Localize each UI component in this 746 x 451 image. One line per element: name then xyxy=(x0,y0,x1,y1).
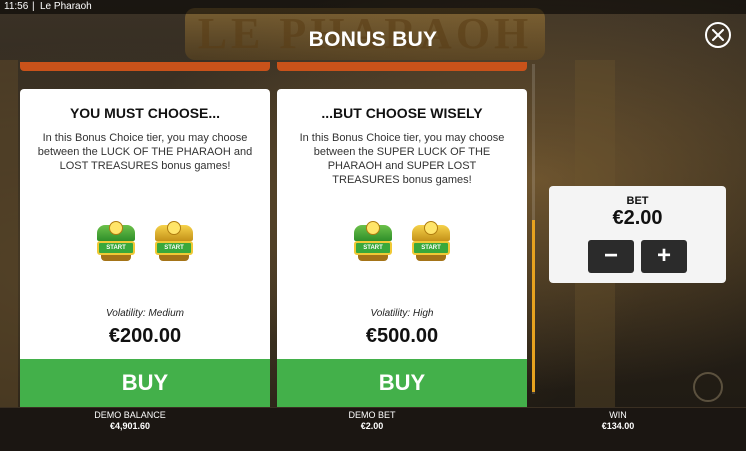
win-value: €134.00 xyxy=(601,421,635,431)
buy-button[interactable]: BUY xyxy=(277,359,527,407)
card-title: ...BUT CHOOSE WISELY xyxy=(321,105,483,121)
card-strip-previous-right xyxy=(277,62,527,71)
bet-label: BET xyxy=(626,195,649,207)
increase-bet-button[interactable]: + xyxy=(641,240,687,273)
volatility-label: Volatility: High xyxy=(370,308,434,319)
bonus-icons: START START xyxy=(20,219,270,269)
bonus-card-high: ...BUT CHOOSE WISELY In this Bonus Choic… xyxy=(277,89,527,407)
backdrop-pillar-left xyxy=(0,60,18,410)
lost-treasures-icon: START xyxy=(151,219,197,263)
scrollbar-thumb[interactable] xyxy=(532,220,535,392)
super-luck-of-the-pharaoh-icon: START xyxy=(350,219,396,263)
game-name: Le Pharaoh xyxy=(40,1,92,12)
price-label: €500.00 xyxy=(365,325,439,347)
win-label: WIN xyxy=(609,410,627,420)
card-title: YOU MUST CHOOSE... xyxy=(69,105,221,121)
start-plate: START xyxy=(155,241,193,255)
bottom-bar: DEMO BALANCE €4,901.60 DEMO BET €2.00 WI… xyxy=(0,407,746,451)
card-description: In this Bonus Choice tier, you may choos… xyxy=(37,132,253,172)
backdrop-ring-icon xyxy=(693,372,723,402)
demo-bet-value: €2.00 xyxy=(360,421,384,431)
card-strip-previous-left xyxy=(20,62,270,71)
demo-balance-value: €4,901.60 xyxy=(109,421,151,431)
start-plate: START xyxy=(354,241,392,255)
bonus-card-medium: YOU MUST CHOOSE... In this Bonus Choice … xyxy=(20,89,270,407)
volatility-label: Volatility: Medium xyxy=(106,308,184,319)
luck-of-the-pharaoh-icon: START xyxy=(93,219,139,263)
start-plate: START xyxy=(97,241,135,255)
bet-value: €2.00 xyxy=(612,207,663,229)
bet-panel: BET €2.00 − + xyxy=(549,186,726,283)
start-plate: START xyxy=(412,241,450,255)
super-lost-treasures-icon: START xyxy=(408,219,454,263)
buy-button[interactable]: BUY xyxy=(20,359,270,407)
demo-balance-label: DEMO BALANCE xyxy=(94,410,166,420)
demo-balance-meter: DEMO BALANCE €4,901.60 xyxy=(80,410,180,431)
close-button[interactable] xyxy=(705,22,731,48)
close-icon xyxy=(712,29,724,41)
card-description: In this Bonus Choice tier, you may choos… xyxy=(299,132,505,186)
price-label: €200.00 xyxy=(108,325,182,347)
demo-bet-meter: DEMO BET €2.00 xyxy=(322,410,422,431)
status-separator: | xyxy=(32,1,35,12)
bonus-icons: START START xyxy=(277,219,527,269)
page-title: BONUS BUY xyxy=(308,28,438,51)
decrease-bet-button[interactable]: − xyxy=(588,240,634,273)
status-bar: 11:56 | Le Pharaoh xyxy=(0,0,746,14)
demo-bet-label: DEMO BET xyxy=(348,410,396,420)
clock: 11:56 xyxy=(4,1,29,12)
win-meter: WIN €134.00 xyxy=(568,410,668,431)
